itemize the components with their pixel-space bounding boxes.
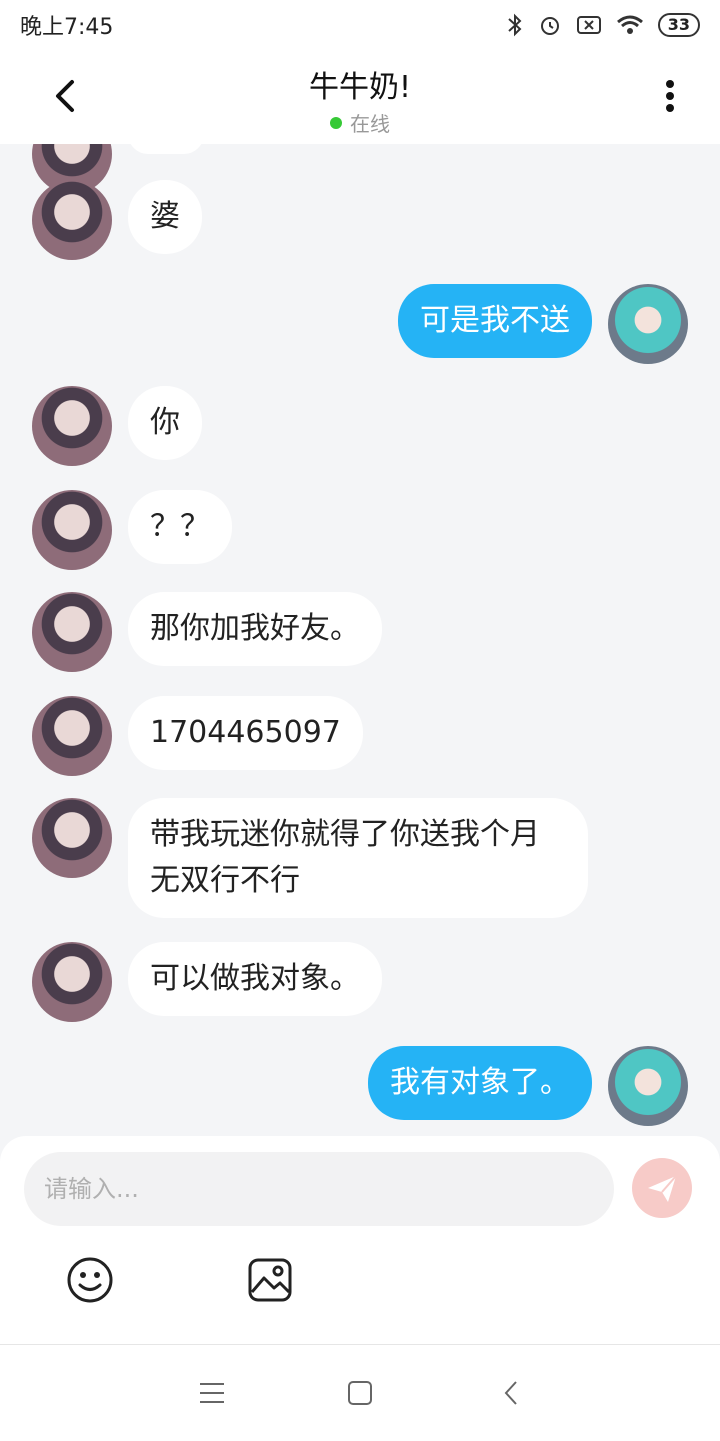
avatar[interactable] bbox=[32, 942, 112, 1022]
online-dot-icon bbox=[330, 116, 342, 129]
contact-name: 牛牛奶! bbox=[308, 70, 412, 105]
square-icon bbox=[348, 1381, 372, 1405]
back-nav-button[interactable] bbox=[498, 1379, 526, 1407]
chat-header: 牛牛奶! 在线 bbox=[0, 50, 720, 144]
status-time: 晚上7:45 bbox=[20, 15, 114, 40]
image-button[interactable] bbox=[246, 1256, 294, 1304]
send-button[interactable] bbox=[632, 1158, 692, 1218]
avatar[interactable] bbox=[32, 386, 112, 466]
message-bubble[interactable]: 我有对象了。 bbox=[368, 1046, 592, 1120]
message-composer: 请输入... bbox=[0, 1136, 720, 1344]
alarm-icon bbox=[538, 13, 562, 37]
paper-plane-icon bbox=[648, 1175, 677, 1202]
message-bubble[interactable]: 你 bbox=[128, 386, 202, 460]
message-bubble-partial bbox=[128, 144, 204, 154]
avatar[interactable] bbox=[32, 180, 112, 260]
message-bubble[interactable]: 那你加我好友。 bbox=[128, 592, 382, 666]
message-bubble[interactable]: 带我玩迷你就得了你送我个月 无双行不行 bbox=[128, 798, 588, 918]
message-bubble[interactable]: 婆 bbox=[128, 180, 202, 254]
bluetooth-icon bbox=[506, 13, 524, 37]
more-vertical-icon bbox=[666, 80, 674, 112]
emoji-button[interactable] bbox=[66, 1256, 114, 1304]
home-button[interactable] bbox=[346, 1379, 374, 1407]
status-icons: 33 bbox=[506, 13, 700, 37]
message-bubble[interactable]: 可以做我对象。 bbox=[128, 942, 382, 1016]
chevron-left-icon bbox=[504, 1381, 517, 1405]
wifi-icon bbox=[616, 14, 644, 36]
chevron-left-icon bbox=[56, 80, 74, 112]
avatar[interactable] bbox=[32, 490, 112, 570]
battery-indicator: 33 bbox=[657, 13, 700, 37]
message-bubble[interactable]: 1704465097 bbox=[128, 696, 363, 770]
more-options-button[interactable] bbox=[646, 72, 694, 120]
back-button[interactable] bbox=[42, 72, 90, 120]
image-icon bbox=[248, 1258, 292, 1302]
recent-apps-button[interactable] bbox=[198, 1379, 226, 1407]
status-bar: 晚上7:45 33 bbox=[0, 0, 720, 50]
online-status: 在线 bbox=[160, 108, 560, 137]
smile-icon bbox=[67, 1257, 113, 1303]
message-input[interactable]: 请输入... bbox=[24, 1152, 614, 1226]
sim-off-icon bbox=[576, 14, 602, 36]
avatar[interactable] bbox=[32, 592, 112, 672]
menu-icon bbox=[200, 1383, 224, 1403]
avatar[interactable] bbox=[608, 1046, 688, 1126]
avatar[interactable] bbox=[608, 284, 688, 364]
message-list[interactable]: 婆 可是我不送 你 ？？ 那你加我好友。 1704465097 带我玩迷你就得了… bbox=[0, 144, 720, 1138]
online-status-label: 在线 bbox=[350, 112, 390, 136]
system-navigation-bar bbox=[0, 1344, 720, 1441]
avatar[interactable] bbox=[32, 798, 112, 878]
message-bubble[interactable]: 可是我不送 bbox=[398, 284, 592, 358]
avatar[interactable] bbox=[32, 696, 112, 776]
message-bubble[interactable]: ？？ bbox=[128, 490, 232, 564]
contact-info: 牛牛奶! 在线 bbox=[160, 62, 560, 137]
